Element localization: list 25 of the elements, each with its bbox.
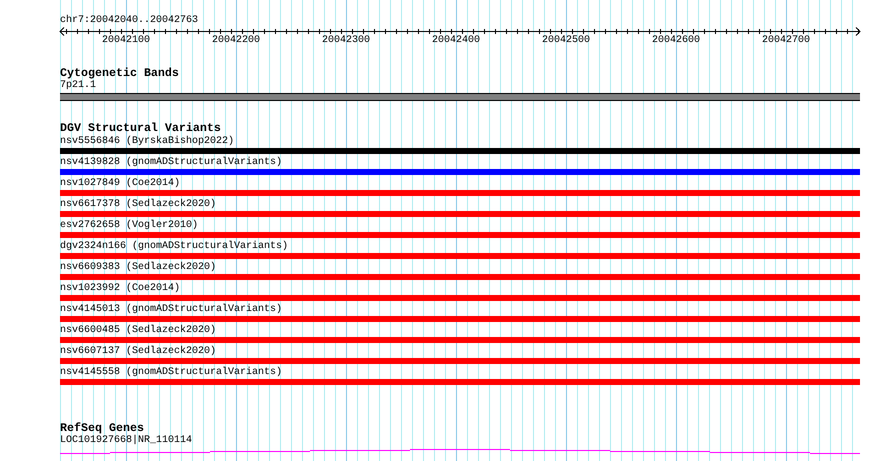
tick-label: 20042600 — [652, 35, 700, 47]
variant-label: nsv4145558 (gnomADStructuralVariants) — [60, 366, 284, 379]
variant-label: dgv2324n166 (gnomADStructuralVariants) — [60, 240, 290, 253]
variant-label: nsv5556846 (ByrskaBishop2022) — [60, 135, 236, 148]
variant-label: esv2762658 (Vogler2010) — [60, 219, 200, 232]
variant-label: nsv6617378 (Sedlazeck2020) — [60, 198, 218, 211]
ruler-range: chr7:20042040..20042763 — [60, 15, 198, 27]
variant-label: nsv4139828 (gnomADStructuralVariants) — [60, 156, 284, 169]
variant-label: nsv1023992 (Coe2014) — [60, 282, 182, 295]
tick-label: 20042500 — [542, 35, 590, 47]
tick-label: 20042700 — [762, 35, 810, 47]
tick-label: 20042400 — [432, 35, 480, 47]
track-title: Cytogenetic Bands — [60, 66, 180, 80]
variant-label: nsv6609383 (Sedlazeck2020) — [60, 261, 218, 274]
track-title: DGV Structural Variants — [60, 121, 222, 135]
tick-label: 20042100 — [102, 35, 150, 47]
variant-label: nsv4145013 (gnomADStructuralVariants) — [60, 303, 284, 316]
band-label: 7p21.1 — [60, 80, 98, 92]
gene-label: LOC101927668|NR_110114 — [60, 435, 194, 447]
variant-label: nsv1027849 (Coe2014) — [60, 177, 182, 190]
tick-label: 20042200 — [212, 35, 260, 47]
track-title: RefSeq Genes — [60, 421, 144, 435]
tick-label: 20042300 — [322, 35, 370, 47]
variant-label: nsv6607137 (Sedlazeck2020) — [60, 345, 218, 358]
variant-label: nsv6600485 (Sedlazeck2020) — [60, 324, 218, 337]
